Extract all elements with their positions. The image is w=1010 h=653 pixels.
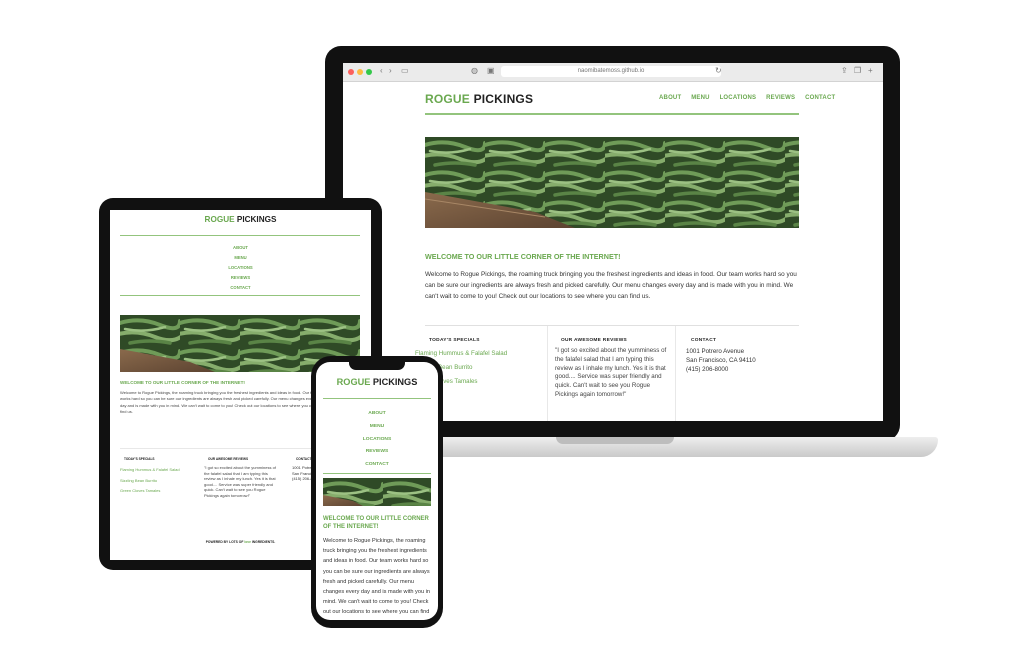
intro-paragraph: Welcome to Rogue Pickings, the roaming t… xyxy=(120,390,320,414)
phone-notch xyxy=(349,361,405,370)
nav-divider xyxy=(120,295,360,296)
nav-menu[interactable]: MENU xyxy=(691,95,709,101)
nav-contact[interactable]: CONTACT xyxy=(110,283,371,293)
brand-second-word: PICKINGS xyxy=(473,92,534,106)
footer-prefix: POWERED BY LOTS OF xyxy=(205,540,244,544)
reader-icon[interactable]: ▣ xyxy=(487,66,495,75)
brand-second-word: PICKINGS xyxy=(372,377,418,387)
browser-toolbar: ‹ › ▭ ◍ ▣ naomibatemoss.github.io ↻ ⇪ ❐ … xyxy=(343,63,883,82)
nav-locations[interactable]: LOCATIONS xyxy=(720,95,757,101)
forward-arrow-icon[interactable]: › xyxy=(389,66,392,75)
hero-image-green-beans xyxy=(425,137,799,228)
special-item[interactable]: Green Cloves Tamales xyxy=(120,486,200,497)
nav-divider xyxy=(323,473,431,474)
review-quote: "I got so excited about the yumminess of… xyxy=(204,465,276,498)
site-brand[interactable]: ROGUE PICKINGS xyxy=(110,215,371,224)
reviews-column: OUR AWESOME REVIEWS "I got so excited ab… xyxy=(553,326,676,421)
laptop-notch xyxy=(556,437,674,444)
tabs-icon[interactable]: ❐ xyxy=(854,66,861,75)
address-bar[interactable]: naomibatemoss.github.io xyxy=(501,66,721,77)
nav-menu[interactable]: MENU xyxy=(316,421,438,434)
contact-phone[interactable]: (415) 206-8000 xyxy=(686,365,799,374)
specials-heading: TODAY'S SPECIALS xyxy=(124,457,155,461)
back-arrow-icon[interactable]: ‹ xyxy=(380,66,383,75)
special-item[interactable]: Flaming Hummus & Falafel Salad xyxy=(120,465,200,476)
nav-contact[interactable]: CONTACT xyxy=(316,459,438,472)
sidebar-icon[interactable]: ▭ xyxy=(401,66,409,75)
intro-paragraph: Welcome to Rogue Pickings, the roaming t… xyxy=(323,538,430,620)
intro-paragraph: Welcome to Rogue Pickings, the roaming t… xyxy=(425,271,797,300)
nav-locations[interactable]: LOCATIONS xyxy=(110,263,371,273)
contact-details: 1001 Potrero Avenue San Francisco, CA 94… xyxy=(686,347,799,374)
info-columns: TODAY'S SPECIALS Flaming Hummus & Falafe… xyxy=(415,325,799,421)
specials-list: Flaming Hummus & Falafel Salad Sizzling … xyxy=(120,465,200,497)
review-quote: "I got so excited about the yumminess of… xyxy=(555,347,667,398)
footer-suffix: INGREDIENTS. xyxy=(251,540,276,544)
welcome-heading: WELCOME TO OUR LITTLE CORNER OF THE INTE… xyxy=(425,252,621,261)
nav-locations[interactable]: LOCATIONS xyxy=(316,434,438,447)
main-nav: ABOUT MENU LOCATIONS REVIEWS CONTACT xyxy=(651,95,835,101)
nav-about[interactable]: ABOUT xyxy=(659,95,681,101)
hero-image-green-beans xyxy=(323,478,431,506)
nav-reviews[interactable]: REVIEWS xyxy=(766,95,795,101)
welcome-heading: WELCOME TO OUR LITTLE CORNER OF THE INTE… xyxy=(323,516,429,530)
nav-about[interactable]: ABOUT xyxy=(110,243,371,253)
brand-first-word: ROGUE xyxy=(336,377,371,387)
header-divider xyxy=(323,398,431,399)
share-icon[interactable]: ⇪ xyxy=(841,66,848,75)
shield-icon[interactable]: ◍ xyxy=(471,66,478,75)
nav-reviews[interactable]: REVIEWS xyxy=(316,446,438,459)
specials-column: TODAY'S SPECIALS Flaming Hummus & Falafe… xyxy=(415,326,548,421)
close-window-button[interactable] xyxy=(348,69,354,75)
contact-address-line: 1001 Potrero Avenue xyxy=(686,348,745,355)
nav-menu[interactable]: MENU xyxy=(110,253,371,263)
reviews-column: OUR AWESOME REVIEWS "I got so excited ab… xyxy=(204,449,284,499)
nav-reviews[interactable]: REVIEWS xyxy=(110,273,371,283)
brand-first-word: ROGUE xyxy=(204,215,235,224)
phone-screen: ROGUE PICKINGS ABOUT MENU LOCATIONS REVI… xyxy=(316,362,438,620)
contact-city-line: San Francisco, CA 94110 xyxy=(686,357,756,364)
specials-column: TODAY'S SPECIALS Flaming Hummus & Falafe… xyxy=(120,449,200,497)
header-divider xyxy=(120,235,360,236)
nav-contact[interactable]: CONTACT xyxy=(805,95,835,101)
footer-love: love xyxy=(244,540,251,544)
main-nav: ABOUT MENU LOCATIONS REVIEWS CONTACT xyxy=(316,408,438,472)
zoom-window-button[interactable] xyxy=(366,69,372,75)
site-brand[interactable]: ROGUE PICKINGS xyxy=(316,377,438,387)
brand-first-word: ROGUE xyxy=(425,92,471,106)
reviews-heading: OUR AWESOME REVIEWS xyxy=(561,338,628,343)
reload-icon[interactable]: ↻ xyxy=(715,66,722,75)
site-brand[interactable]: ROGUE PICKINGS xyxy=(425,92,533,106)
nav-about[interactable]: ABOUT xyxy=(316,408,438,421)
header-divider xyxy=(425,113,799,115)
contact-heading: CONTACT xyxy=(691,338,717,343)
reviews-heading: OUR AWESOME REVIEWS xyxy=(208,457,249,461)
main-nav: ABOUT MENU LOCATIONS REVIEWS CONTACT xyxy=(110,243,371,293)
specials-heading: TODAY'S SPECIALS xyxy=(429,338,480,343)
special-item[interactable]: Sizzling Bean Burrito xyxy=(120,476,200,487)
minimize-window-button[interactable] xyxy=(357,69,363,75)
contact-column: CONTACT 1001 Potrero Avenue San Francisc… xyxy=(683,326,799,421)
brand-second-word: PICKINGS xyxy=(236,215,277,224)
welcome-heading: WELCOME TO OUR LITTLE CORNER OF THE INTE… xyxy=(120,380,245,385)
add-tab-icon[interactable]: + xyxy=(868,66,873,75)
